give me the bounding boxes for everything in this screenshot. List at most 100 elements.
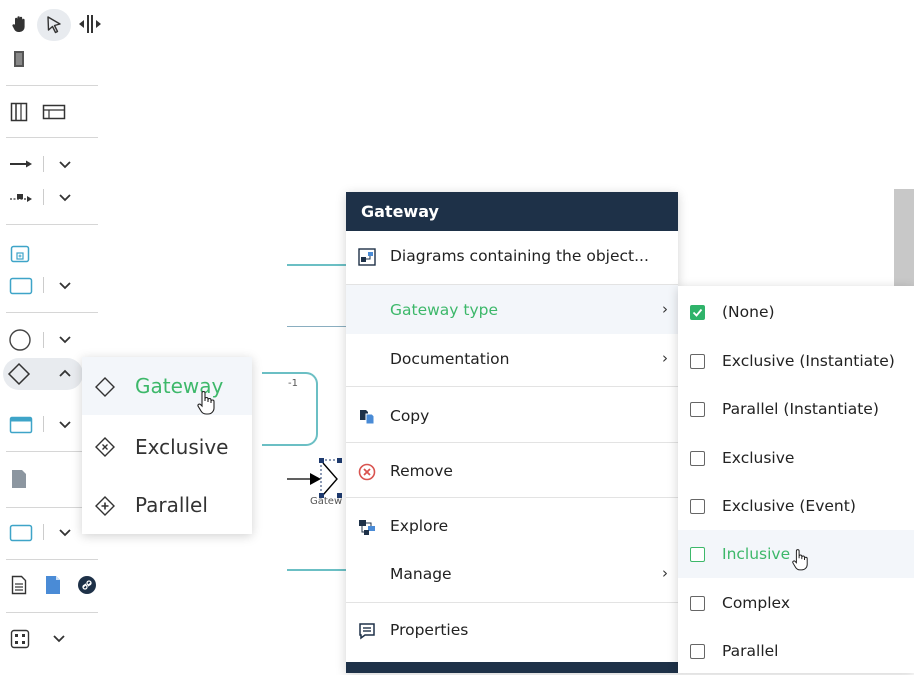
- event-icon[interactable]: [8, 328, 32, 352]
- chevron-right-icon: ›: [662, 564, 668, 582]
- menu-item-label: Gateway type: [390, 301, 499, 319]
- pointer-icon[interactable]: [45, 15, 65, 35]
- menu-item-gateway-type[interactable]: Gateway type ›: [346, 285, 678, 334]
- gateway-diamond-icon: [95, 377, 115, 397]
- lasso-icon[interactable]: [12, 50, 26, 68]
- submenu-item-label: Complex: [722, 594, 790, 612]
- gateway-flyout-menu: Gateway Exclusive Parallel: [82, 357, 252, 534]
- hand-cursor-icon: [197, 391, 215, 415]
- menu-item-diagrams-containing[interactable]: Diagrams containing the object...: [346, 231, 678, 283]
- checkbox[interactable]: [690, 499, 705, 514]
- task-icon[interactable]: [9, 277, 33, 295]
- gateway-type-submenu: (None) Exclusive (Instantiate) Parallel …: [678, 286, 914, 673]
- space-tool-icon[interactable]: [78, 14, 102, 34]
- link-icon[interactable]: [77, 575, 97, 595]
- gateway-icon[interactable]: [7, 362, 31, 386]
- subprocess-icon[interactable]: [10, 245, 30, 263]
- context-menu-title: Gateway: [361, 202, 439, 221]
- data-icon[interactable]: [9, 416, 33, 434]
- menu-divider: [346, 386, 678, 387]
- checkbox[interactable]: [690, 596, 705, 611]
- parallel-diamond-icon: [95, 496, 115, 516]
- chevron-right-icon: ›: [662, 349, 668, 367]
- chevron-down-icon[interactable]: [58, 419, 72, 429]
- flyout-item-parallel[interactable]: Parallel: [82, 476, 252, 534]
- flyout-item-label: Exclusive: [135, 435, 229, 459]
- menu-item-label: Explore: [390, 517, 449, 535]
- message-flow-icon[interactable]: [9, 191, 33, 203]
- checkmark-icon: [692, 308, 703, 317]
- checkbox[interactable]: [690, 354, 705, 369]
- properties-icon: [359, 623, 375, 640]
- submenu-item-exclusive-event[interactable]: Exclusive (Event): [678, 482, 914, 530]
- chevron-down-icon[interactable]: [52, 633, 66, 643]
- toolbar-divider: [6, 85, 98, 86]
- toolbar-divider: [6, 559, 98, 560]
- checkbox[interactable]: [690, 451, 705, 466]
- group-icon[interactable]: [9, 524, 33, 542]
- document-icon[interactable]: [11, 469, 27, 489]
- chevron-down-icon[interactable]: [58, 192, 72, 202]
- menu-item-manage[interactable]: Manage ›: [346, 549, 678, 601]
- lane-border: [287, 264, 347, 266]
- toolbar-divider: [6, 224, 98, 225]
- context-menu-header: Gateway: [346, 192, 678, 231]
- flyout-item-exclusive[interactable]: Exclusive: [82, 418, 252, 476]
- menu-item-label: Manage: [390, 565, 452, 583]
- checkbox-checked[interactable]: [690, 305, 705, 320]
- submenu-item-label: Inclusive: [722, 545, 791, 563]
- menu-divider: [346, 497, 678, 498]
- flyout-item-gateway[interactable]: Gateway: [82, 357, 252, 415]
- menu-item-explore[interactable]: Explore: [346, 501, 678, 549]
- checkbox[interactable]: [690, 547, 705, 562]
- flyout-item-label: Parallel: [135, 493, 208, 517]
- chevron-right-icon: ›: [662, 300, 668, 318]
- pool-icon[interactable]: [10, 102, 28, 122]
- chevron-down-icon[interactable]: [58, 159, 72, 169]
- file-icon[interactable]: [11, 575, 27, 595]
- menu-item-label: Properties: [390, 621, 469, 639]
- checkbox[interactable]: [690, 402, 705, 417]
- chevron-up-icon[interactable]: [58, 368, 72, 378]
- remove-icon: [358, 463, 376, 481]
- toolbar-divider: [43, 156, 44, 172]
- toolbar-divider: [43, 277, 44, 293]
- submenu-item-exclusive-instantiate[interactable]: Exclusive (Instantiate): [678, 337, 914, 385]
- menu-item-copy[interactable]: Copy: [346, 391, 678, 443]
- menu-item-properties[interactable]: Properties: [346, 605, 678, 657]
- copy-icon: [360, 410, 375, 425]
- submenu-item-exclusive[interactable]: Exclusive: [678, 434, 914, 482]
- grid-icon[interactable]: [10, 629, 30, 649]
- menu-divider: [346, 442, 678, 443]
- scrollbar-thumb[interactable]: [894, 189, 914, 287]
- toolbar-divider: [43, 524, 44, 540]
- exclusive-diamond-icon: [95, 437, 115, 457]
- submenu-item-inclusive[interactable]: Inclusive: [678, 530, 914, 578]
- menu-item-label: Diagrams containing the object...: [390, 247, 649, 265]
- lane-border: [287, 569, 347, 571]
- chevron-down-icon[interactable]: [58, 527, 72, 537]
- gateway-context-menu: Gateway Diagrams containing the object..…: [346, 192, 678, 673]
- sequence-flow-icon[interactable]: [9, 158, 33, 170]
- lane-icon[interactable]: [42, 104, 66, 120]
- menu-item-label: Remove: [390, 462, 453, 480]
- checkbox[interactable]: [690, 644, 705, 659]
- toolbar-divider: [43, 332, 44, 348]
- document-fill-icon[interactable]: [45, 575, 61, 595]
- menu-item-label: Documentation: [390, 350, 510, 368]
- hand-icon[interactable]: [10, 14, 30, 34]
- chevron-down-icon[interactable]: [58, 280, 72, 290]
- submenu-item-none[interactable]: (None): [678, 288, 914, 336]
- toolbar-divider: [43, 416, 44, 432]
- submenu-item-label: Parallel (Instantiate): [722, 400, 879, 418]
- submenu-item-parallel-instantiate[interactable]: Parallel (Instantiate): [678, 385, 914, 433]
- submenu-item-complex[interactable]: Complex: [678, 579, 914, 627]
- toolbar-divider: [6, 312, 98, 313]
- menu-item-remove[interactable]: Remove: [346, 446, 678, 498]
- chevron-down-icon[interactable]: [58, 334, 72, 344]
- submenu-item-parallel[interactable]: Parallel: [678, 627, 914, 675]
- menu-item-documentation[interactable]: Documentation ›: [346, 334, 678, 384]
- menu-item-label: Copy: [390, 407, 430, 425]
- toolbar-divider: [6, 137, 98, 138]
- explore-icon: [359, 520, 375, 535]
